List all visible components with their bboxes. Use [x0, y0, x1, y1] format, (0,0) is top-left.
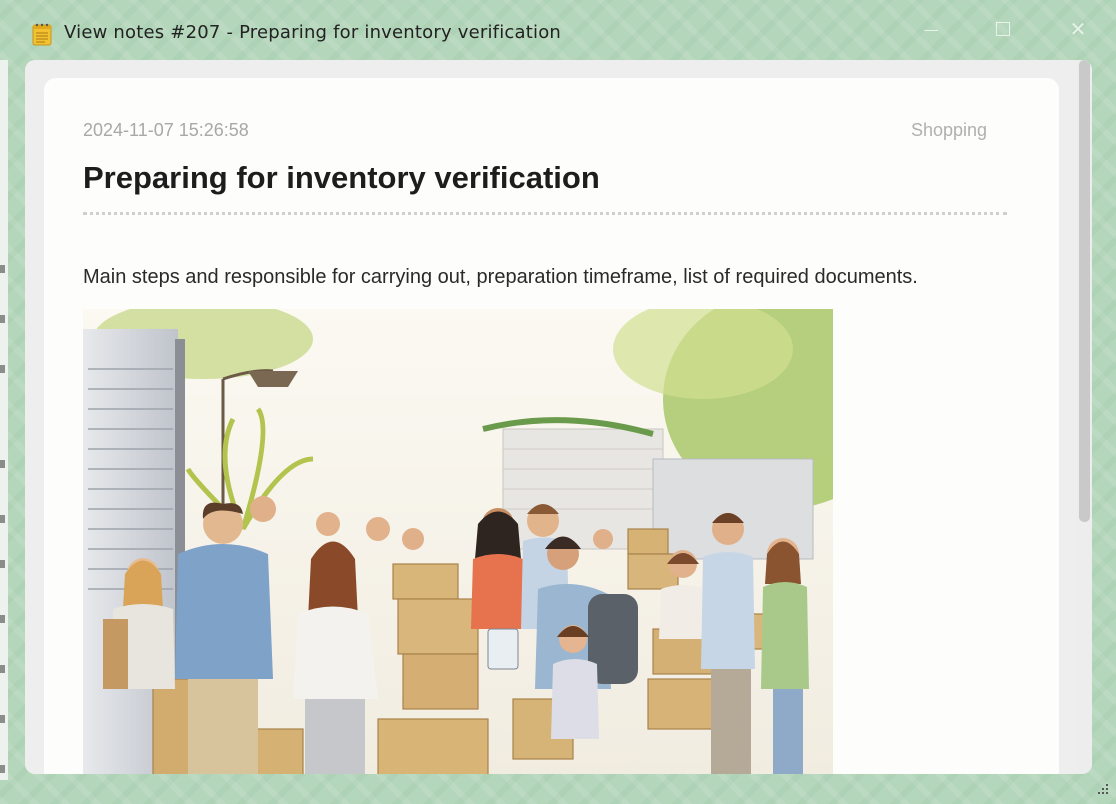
- note-category: Shopping: [911, 120, 988, 140]
- maximize-icon[interactable]: [992, 18, 1016, 42]
- resize-grip-icon[interactable]: [1096, 782, 1110, 796]
- note-date: 2024-11-07 15:26:58: [83, 120, 249, 140]
- inventory-illustration: [83, 309, 833, 774]
- note-title: Preparing for inventory verification: [83, 160, 600, 195]
- background-window-edge: [0, 60, 8, 780]
- minimize-icon[interactable]: [920, 18, 944, 42]
- title-bar[interactable]: View notes #207 - Preparing for inventor…: [0, 0, 1116, 60]
- note-body: Main steps and responsible for carrying …: [83, 266, 918, 288]
- title-divider: [83, 212, 1007, 215]
- window-title: View notes #207 - Preparing for inventor…: [64, 22, 562, 43]
- notepad-icon: [32, 22, 52, 46]
- note-card: 2024-11-07 15:26:58 Shopping Preparing f…: [44, 78, 1059, 774]
- note-viewer[interactable]: 2024-11-07 15:26:58 Shopping Preparing f…: [25, 60, 1092, 774]
- close-icon[interactable]: ✕: [1066, 18, 1090, 42]
- scrollbar-thumb[interactable]: [1079, 60, 1090, 522]
